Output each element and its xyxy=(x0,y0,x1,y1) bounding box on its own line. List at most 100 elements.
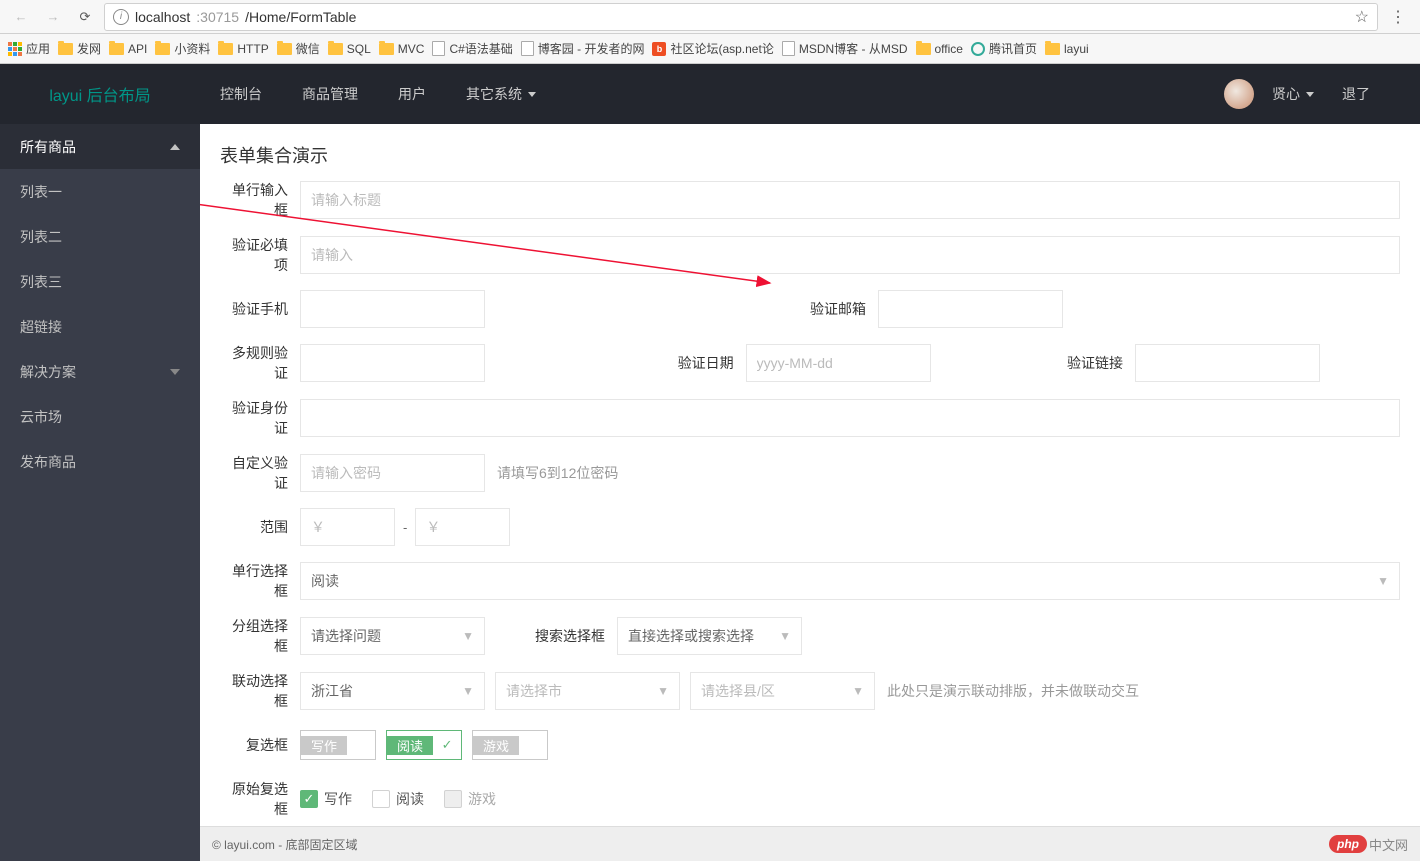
page-icon xyxy=(782,41,795,56)
range-from-input[interactable] xyxy=(300,508,395,546)
chevron-down-icon xyxy=(528,92,536,97)
bookmark-item[interactable]: API xyxy=(109,42,147,56)
custom-input[interactable] xyxy=(300,454,485,492)
bookmark-item[interactable]: SQL xyxy=(328,42,371,56)
chevron-down-icon: ▼ xyxy=(657,684,669,698)
checkbox-game[interactable]: 游戏✓ xyxy=(472,730,548,760)
multi-rule-label: 多规则验证 xyxy=(220,343,300,383)
email-label: 验证邮箱 xyxy=(810,299,878,319)
date-label: 验证日期 xyxy=(678,353,746,373)
nav-console[interactable]: 控制台 xyxy=(200,64,282,124)
nav-users[interactable]: 用户 xyxy=(378,64,446,124)
chevron-down-icon: ▼ xyxy=(462,684,474,698)
date-input[interactable] xyxy=(746,344,931,382)
bookmark-item[interactable]: 腾讯首页 xyxy=(971,40,1037,57)
logout-button[interactable]: 退了 xyxy=(1322,64,1390,124)
bookmark-item[interactable]: MSDN博客 - 从MSD xyxy=(782,40,908,57)
single-input-label: 单行输入框 xyxy=(220,180,300,220)
checkbox-read[interactable]: 阅读✓ xyxy=(386,730,462,760)
cascade-hint: 此处只是演示联动排版，并未做联动交互 xyxy=(887,681,1139,701)
check-icon: ✓ xyxy=(519,731,547,759)
nav-products[interactable]: 商品管理 xyxy=(282,64,378,124)
checkbox-write[interactable]: 写作✓ xyxy=(300,730,376,760)
url-port: :30715 xyxy=(196,9,239,25)
nav-other[interactable]: 其它系统 xyxy=(446,64,556,124)
user-menu[interactable]: 贤心 xyxy=(1264,64,1322,124)
bookmark-item[interactable]: MVC xyxy=(379,42,425,56)
page-icon xyxy=(521,41,534,56)
cascade-district-select[interactable]: 请选择县/区▼ xyxy=(690,672,875,710)
id-input[interactable] xyxy=(300,399,1400,437)
sidebar-item-list1[interactable]: 列表一 xyxy=(0,169,200,214)
link-input[interactable] xyxy=(1135,344,1320,382)
app-logo[interactable]: layui 后台布局 xyxy=(0,82,200,106)
folder-icon xyxy=(218,43,233,55)
bookmark-item[interactable]: layui xyxy=(1045,42,1089,56)
search-select-label: 搜索选择框 xyxy=(535,626,617,646)
site-icon xyxy=(971,42,985,56)
single-input[interactable] xyxy=(300,181,1400,219)
phone-input[interactable] xyxy=(300,290,485,328)
bookmark-star-icon[interactable]: ☆ xyxy=(1355,7,1369,27)
sidebar-item-list2[interactable]: 列表二 xyxy=(0,214,200,259)
group-select[interactable]: 请选择问题▼ xyxy=(300,617,485,655)
bookmark-item[interactable]: C#语法基础 xyxy=(432,40,512,57)
sidebar-item-solutions[interactable]: 解决方案 xyxy=(0,349,200,394)
sidebar-item-all-products[interactable]: 所有商品 xyxy=(0,124,200,169)
bookmarks-bar: 应用 发网 API 小资料 HTTP 微信 SQL MVC C#语法基础 博客园… xyxy=(0,34,1420,64)
app-header: layui 后台布局 控制台 商品管理 用户 其它系统 贤心 退了 xyxy=(0,64,1420,124)
bookmark-item[interactable]: HTTP xyxy=(218,42,268,56)
raw-checkbox-label: 原始复选框 xyxy=(220,779,300,819)
bookmark-item[interactable]: 微信 xyxy=(277,40,320,57)
sidebar-item-publish[interactable]: 发布商品 xyxy=(0,439,200,484)
browser-menu-icon[interactable]: ⋮ xyxy=(1384,7,1412,27)
chevron-down-icon: ▼ xyxy=(462,629,474,643)
apps-grid-icon xyxy=(8,42,22,56)
required-input[interactable] xyxy=(300,236,1400,274)
url-bar[interactable]: i localhost:30715/Home/FormTable ☆ xyxy=(104,3,1378,31)
bookmark-item[interactable]: 小资料 xyxy=(155,40,210,57)
range-to-input[interactable] xyxy=(415,508,510,546)
folder-icon xyxy=(277,43,292,55)
multi-rule-input[interactable] xyxy=(300,344,485,382)
nav-back-button[interactable]: ← xyxy=(8,4,34,30)
site-icon: b xyxy=(652,42,666,56)
raw-checkbox-read[interactable] xyxy=(372,790,390,808)
check-icon: ✓ xyxy=(433,731,461,759)
cascade-label: 联动选择框 xyxy=(220,671,300,711)
raw-checkbox-write[interactable]: ✓ xyxy=(300,790,318,808)
single-select[interactable]: 阅读▼ xyxy=(300,562,1400,600)
site-info-icon[interactable]: i xyxy=(113,9,129,25)
chevron-down-icon: ▼ xyxy=(852,684,864,698)
bookmark-item[interactable]: 发网 xyxy=(58,40,101,57)
form: 单行输入框 验证必填项 验证手机 验证邮箱 xyxy=(200,180,1420,819)
bookmark-item[interactable]: 博客园 - 开发者的网 xyxy=(521,40,645,57)
bookmark-item[interactable]: b社区论坛(asp.net论 xyxy=(652,40,773,57)
nav-reload-button[interactable]: ⟳ xyxy=(72,4,98,30)
folder-icon xyxy=(379,43,394,55)
nav-forward-button[interactable]: → xyxy=(40,4,66,30)
apps-button[interactable]: 应用 xyxy=(8,40,50,57)
cascade-city-select[interactable]: 请选择市▼ xyxy=(495,672,680,710)
apps-label: 应用 xyxy=(26,40,50,57)
header-user-area: 贤心 退了 xyxy=(1224,64,1420,124)
sidebar-item-hyperlink[interactable]: 超链接 xyxy=(0,304,200,349)
search-select[interactable]: 直接选择或搜索选择▼ xyxy=(617,617,802,655)
page-title: 表单集合演示 xyxy=(200,124,1420,180)
custom-label: 自定义验证 xyxy=(220,453,300,493)
avatar[interactable] xyxy=(1224,79,1254,109)
group-select-label: 分组选择框 xyxy=(220,616,300,656)
custom-hint: 请填写6到12位密码 xyxy=(497,463,618,483)
bookmark-item[interactable]: office xyxy=(916,42,963,56)
php-badge: php 中文网 xyxy=(1329,835,1408,854)
footer-text: © layui.com - 底部固定区域 xyxy=(212,836,358,853)
folder-icon xyxy=(916,43,931,55)
id-label: 验证身份证 xyxy=(220,398,300,438)
email-input[interactable] xyxy=(878,290,1063,328)
chevron-down-icon xyxy=(1306,92,1314,97)
sidebar-item-marketplace[interactable]: 云市场 xyxy=(0,394,200,439)
sidebar: 所有商品 列表一 列表二 列表三 超链接 解决方案 云市场 发布商品 xyxy=(0,124,200,861)
sidebar-item-list3[interactable]: 列表三 xyxy=(0,259,200,304)
cascade-province-select[interactable]: 浙江省▼ xyxy=(300,672,485,710)
chevron-down-icon: ▼ xyxy=(1377,574,1389,588)
